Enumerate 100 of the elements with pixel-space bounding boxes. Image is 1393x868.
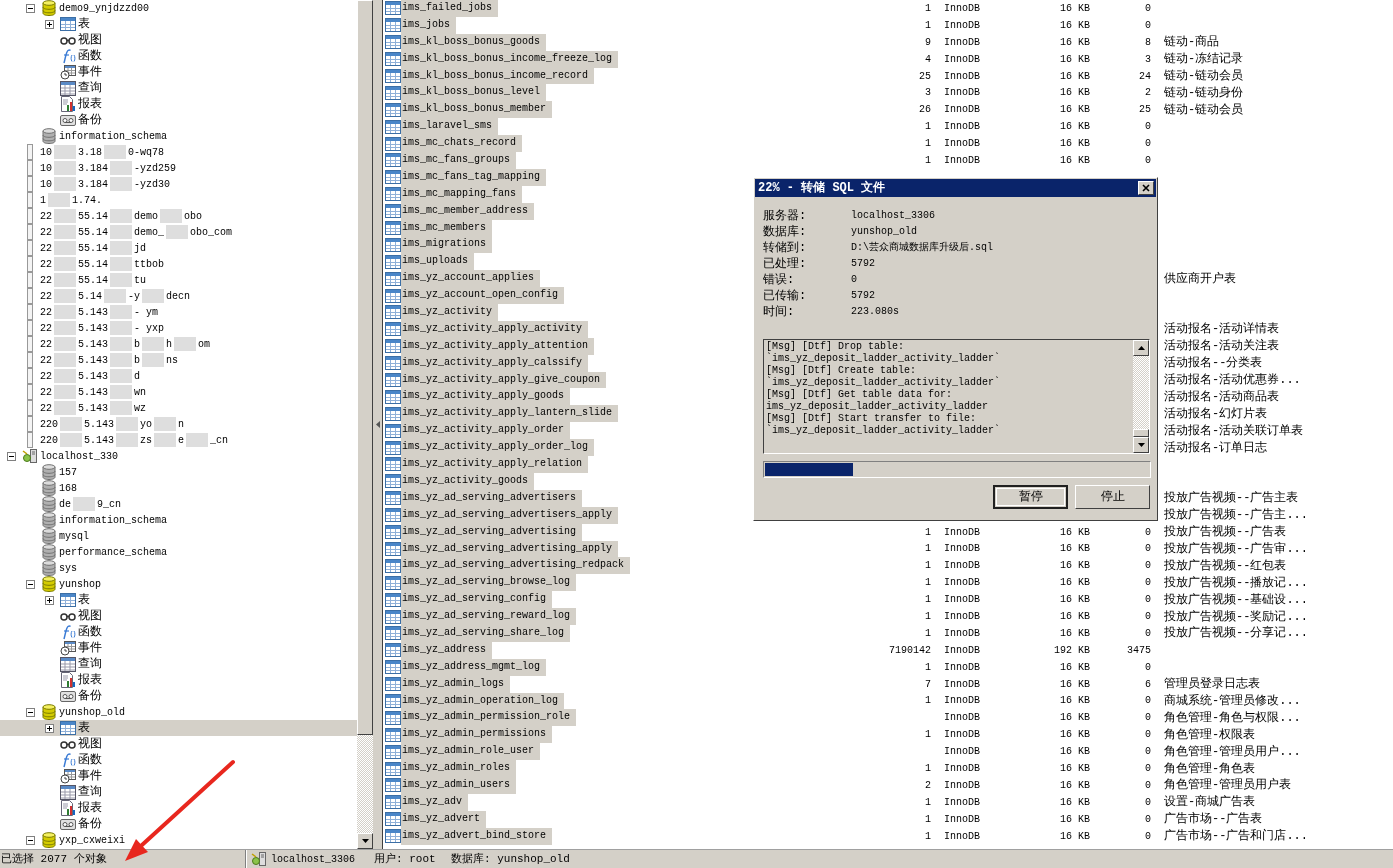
table-list-item[interactable]: ims_yz_ad_serving_advertisers [401, 489, 583, 507]
table-list-item[interactable]: ims_migrations [401, 236, 492, 254]
collapse-toggle[interactable] [25, 835, 35, 845]
field-value: 5792 [851, 289, 876, 303]
table-list-item[interactable]: ims_uploads [401, 253, 474, 271]
table-cell: 16 KB [1060, 104, 1090, 116]
table-list-item[interactable]: ims_yz_address_mgmt_log [401, 658, 547, 676]
redaction-blur [154, 417, 177, 431]
collapse-toggle[interactable] [25, 579, 35, 589]
table-cell: 0 [1145, 627, 1151, 639]
table-list-item[interactable]: ims_yz_admin_permission_role [401, 709, 577, 727]
close-button[interactable] [1138, 181, 1154, 195]
table-list-item[interactable]: ims_yz_advert_bind_store [401, 827, 553, 845]
field-label: 数据库: [763, 224, 808, 240]
table-cell: 链动-链动会员 [1164, 102, 1244, 117]
table-list-item[interactable]: ims_yz_ad_serving_advertisers_apply [401, 506, 619, 524]
table-list-item[interactable]: ims_yz_activity_apply_goods [401, 388, 571, 406]
grid-icon [60, 656, 76, 672]
redaction-blur [104, 145, 127, 159]
tape-icon [60, 688, 76, 704]
field-label: 错误: [763, 272, 796, 288]
down-arrow-icon [1137, 443, 1145, 447]
table-cell: InnoDB [944, 2, 980, 14]
collapse-toggle[interactable] [25, 707, 35, 717]
redaction-blur [110, 225, 133, 239]
splitter[interactable] [373, 0, 383, 849]
table-list-item[interactable]: ims_kl_boss_bonus_goods [401, 33, 547, 51]
table-list-item[interactable]: ims_yz_admin_role_user [401, 743, 541, 761]
redaction-blur [186, 433, 209, 447]
table-cell: InnoDB [944, 729, 980, 741]
table-cell: InnoDB [944, 577, 980, 589]
table-list-item[interactable]: ims_yz_ad_serving_advertising_apply [401, 540, 619, 558]
table-cell: 16 KB [1060, 678, 1090, 690]
tape-icon [60, 816, 76, 832]
redaction-blur [54, 241, 76, 255]
table-cell: 活动报名-活动优惠券... [1164, 373, 1301, 388]
table-list-item[interactable]: ims_yz_activity_apply_activity [401, 320, 589, 338]
table-list-item[interactable]: ims_yz_admin_operation_log [401, 692, 565, 710]
table-cell: 16 KB [1060, 746, 1090, 758]
scrollbar-thumb[interactable] [1133, 429, 1149, 437]
table-list-item[interactable]: ims_yz_activity_apply_order [401, 422, 571, 440]
table-list-item[interactable]: ims_yz_activity [401, 304, 498, 321]
collapse-toggle[interactable] [25, 3, 35, 13]
table-list-item[interactable]: ims_yz_activity_apply_relation [401, 456, 589, 473]
table-list-item[interactable]: ims_yz_ad_serving_config [401, 591, 553, 609]
table-list-item[interactable]: ims_laravel_sms [401, 118, 498, 136]
table-list-item[interactable]: ims_failed_jobs [401, 0, 498, 17]
tree-item[interactable]: 表 [0, 720, 357, 736]
table-cell: 2 [925, 779, 931, 791]
table-list-item[interactable]: ims_kl_boss_bonus_level [401, 84, 547, 102]
scrollbar[interactable] [1133, 340, 1149, 453]
table-list-item[interactable]: ims_yz_ad_serving_advertising_redpack [401, 557, 631, 575]
table-cell: InnoDB [944, 712, 980, 724]
table-cell: InnoDB [944, 627, 980, 639]
table-list-item[interactable]: ims_yz_ad_serving_reward_log [401, 608, 577, 625]
redaction-blur [54, 369, 76, 383]
expand-toggle[interactable] [44, 19, 54, 29]
table-list-item[interactable]: ims_yz_account_open_config [401, 287, 565, 305]
table-cell: 投放广告视频--广告主表 [1164, 491, 1299, 506]
table-list-item[interactable]: ims_mc_fans_tag_mapping [401, 168, 547, 186]
table-cell: 1 [925, 2, 931, 14]
table-cell: 3 [925, 87, 931, 99]
table-cell: 16 KB [1060, 577, 1090, 589]
table-cell: 0 [1145, 611, 1151, 622]
scroll-down-button[interactable] [357, 833, 373, 849]
redaction-blur [154, 433, 177, 447]
table-list-item[interactable]: ims_mc_chats_record [401, 135, 523, 152]
collapse-toggle[interactable] [6, 451, 16, 461]
up-arrow-icon [1137, 346, 1145, 350]
expand-toggle[interactable] [44, 595, 54, 605]
scroll-down-button[interactable] [1133, 437, 1149, 453]
table-icon [60, 721, 76, 735]
server-icon [251, 851, 267, 867]
table-list-item[interactable]: ims_yz_activity_apply_order_log [401, 439, 595, 457]
table-list-item[interactable]: ims_yz_advert [401, 810, 486, 828]
expand-toggle[interactable] [44, 723, 54, 733]
table-cell: 角色管理-角色表 [1164, 761, 1256, 776]
table-cell: 16 KB [1060, 121, 1090, 133]
table-cell: 活动报名-活动商品表 [1164, 389, 1280, 404]
table-list-item[interactable]: ims_yz_activity_apply_lantern_slide [401, 405, 619, 423]
table-cell: InnoDB [944, 543, 980, 555]
table-cell: 投放广告视频--分享记... [1164, 626, 1308, 641]
table-list-item[interactable]: ims_yz_account_applies [401, 270, 541, 288]
table-list-item[interactable]: ims_yz_admin_permissions [401, 726, 553, 744]
table-cell: InnoDB [944, 830, 980, 842]
table-cell: 投放广告视频--广告审... [1164, 541, 1308, 556]
table-cell: 16 KB [1060, 70, 1090, 82]
redaction-blur [110, 337, 133, 351]
scroll-up-button[interactable] [1133, 340, 1149, 356]
table-cell: 1 [925, 729, 931, 741]
table-cell: InnoDB [944, 104, 980, 116]
table-cell: 16 KB [1060, 661, 1090, 673]
table-list-item[interactable]: ims_mc_fans_groups [401, 152, 517, 169]
table-list-item[interactable]: ims_yz_admin_roles [401, 760, 517, 777]
dialog-button[interactable]: 停止 [1075, 485, 1150, 509]
table-list-item[interactable]: ims_kl_boss_bonus_income_freeze_log [401, 50, 619, 68]
default-button[interactable]: 暂停 [993, 485, 1068, 509]
table-list-item[interactable]: ims_kl_boss_bonus_member [401, 101, 553, 119]
redaction-blur [54, 177, 76, 191]
table-list-item[interactable]: ims_yz_ad_serving_browse_log [401, 574, 577, 592]
